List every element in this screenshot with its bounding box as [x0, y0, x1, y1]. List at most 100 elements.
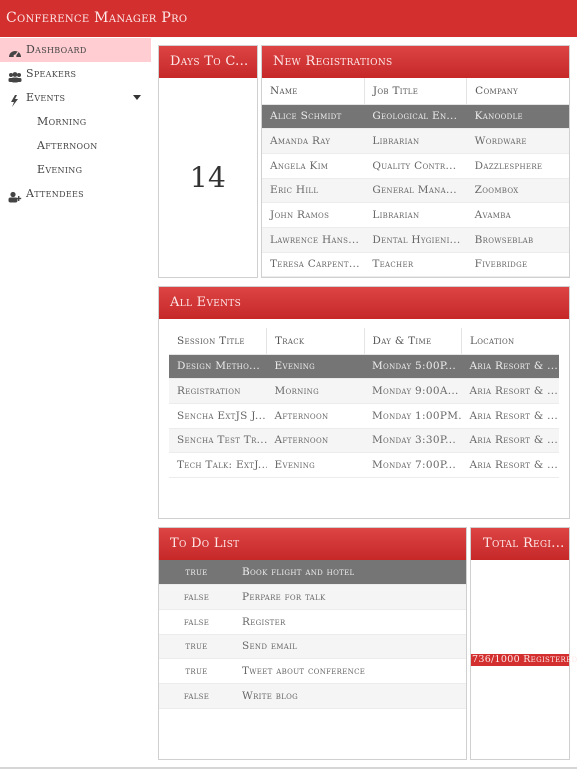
- app-title: Conference Manager Pro: [6, 10, 188, 26]
- sidebar-item-label: Evening: [37, 163, 83, 176]
- name-cell: Teresa Carpent...: [262, 252, 365, 278]
- sidebar-item-morning[interactable]: Morning: [0, 110, 151, 134]
- chevron-down-icon[interactable]: [133, 95, 141, 100]
- column-header-day-time[interactable]: Day & Time: [364, 328, 462, 355]
- sidebar-item-dashboard[interactable]: Dashboard: [0, 38, 151, 62]
- company-cell: Kanoodle: [466, 104, 569, 130]
- job-title-cell: Librarian: [364, 128, 467, 154]
- registration-row[interactable]: Alice Schmidt Geological En... Kanoodle: [262, 104, 569, 130]
- company-cell: Wordware: [466, 128, 569, 154]
- days-to-conference-panel: Days To C... 14: [158, 45, 258, 278]
- panel-header: Total Regi...: [471, 528, 569, 560]
- session-title-cell: Design Metho...: [169, 354, 267, 380]
- panel-header: Days To C...: [159, 46, 257, 78]
- location-cell: Aria Resort & ...: [461, 403, 559, 429]
- bolt-icon: [8, 92, 22, 107]
- name-cell: Lawrence Hans...: [262, 227, 365, 253]
- session-title-cell: Sencha Test Tr...: [169, 428, 267, 454]
- todo-row[interactable]: false Perpare for talk: [159, 584, 466, 610]
- sidebar-item-attendees[interactable]: Attendees: [0, 182, 151, 206]
- day-time-cell: Monday 1:00PM...: [364, 403, 462, 429]
- column-header-company[interactable]: Company: [466, 78, 569, 105]
- task-cell: Book flight and hotel: [234, 560, 466, 586]
- track-cell: Morning: [266, 378, 364, 404]
- registration-row[interactable]: Teresa Carpent... Teacher Fivebridge: [262, 252, 569, 278]
- name-cell: Amanda Ray: [262, 128, 365, 154]
- todo-row[interactable]: false Register: [159, 609, 466, 635]
- sidebar-item-label: Morning: [37, 115, 87, 128]
- registration-row[interactable]: Lawrence Hans... Dental Hygieni... Browseb…: [262, 227, 569, 253]
- all-events-panel: All Events Session Title Track Day & Tim…: [158, 286, 570, 519]
- name-cell: John Ramos: [262, 202, 365, 228]
- column-header-track[interactable]: Track: [266, 328, 365, 355]
- location-cell: Aria Resort & ...: [461, 452, 559, 478]
- day-time-cell: Monday 5:00P...: [364, 354, 462, 380]
- day-time-cell: Monday 7:00P...: [364, 452, 462, 478]
- todo-list-panel: To Do List true Book flight and hotel fals…: [158, 527, 467, 760]
- done-cell: true: [159, 634, 234, 660]
- sidebar-item-evening[interactable]: Evening: [0, 158, 151, 182]
- registrations-grid: Name Job Title Company Alice Schmidt Geol…: [262, 78, 569, 278]
- registration-row[interactable]: John Ramos Librarian Avamba: [262, 202, 569, 228]
- progress-label: 736/1000 Registered: [472, 654, 577, 665]
- task-cell: Tweet about conference: [234, 658, 466, 684]
- company-cell: Dazzlesphere: [466, 153, 569, 179]
- panel-title: Days To C...: [170, 54, 249, 69]
- day-time-cell: Monday 3:30P...: [364, 428, 462, 454]
- company-cell: Zoombox: [466, 178, 569, 204]
- panel-header: To Do List: [159, 528, 466, 560]
- sidebar-item-events[interactable]: Events: [0, 86, 151, 110]
- event-row[interactable]: Sencha Test Tr... Afternoon Monday 3:30P..…: [169, 428, 559, 454]
- user-plus-icon: [8, 188, 22, 203]
- total-registrations-panel: Total Regi... 736/1000 Registered: [470, 527, 577, 760]
- panel-header: New Registrations: [262, 46, 569, 78]
- column-header-session-title[interactable]: Session Title: [169, 328, 267, 355]
- todo-row[interactable]: false Write blog: [159, 683, 466, 709]
- column-header-job-title[interactable]: Job Title: [364, 78, 468, 105]
- name-cell: Eric Hill: [262, 178, 365, 204]
- panel-title: Total Regi...: [483, 536, 565, 551]
- todo-row[interactable]: true Tweet about conference: [159, 658, 466, 684]
- sidebar-item-label: Attendees: [26, 187, 84, 200]
- done-cell: true: [159, 560, 234, 586]
- todo-grid: true Book flight and hotel false Perpare fo…: [159, 560, 466, 759]
- track-cell: Afternoon: [266, 428, 364, 454]
- sidebar-nav: Dashboard Speakers Events Morning Aftern…: [0, 37, 151, 769]
- location-cell: Aria Resort & ...: [461, 378, 559, 404]
- day-time-cell: Monday 9:00A...: [364, 378, 462, 404]
- column-header-location[interactable]: Location: [461, 328, 559, 355]
- event-row[interactable]: Design Metho... Evening Monday 5:00P... Ari…: [169, 354, 559, 380]
- column-header-name[interactable]: Name: [262, 78, 365, 105]
- panel-header: All Events: [159, 287, 569, 319]
- users-icon: [8, 68, 22, 83]
- task-cell: Write blog: [234, 683, 466, 709]
- app-title-bar: Conference Manager Pro: [0, 0, 577, 37]
- registration-row[interactable]: Eric Hill General Mana... Zoombox: [262, 178, 569, 204]
- panel-title: All Events: [170, 295, 242, 310]
- event-row[interactable]: Tech Talk: ExtJ... Evening Monday 7:00P...…: [169, 452, 559, 478]
- done-cell: false: [159, 584, 234, 610]
- task-cell: Perpare for talk: [234, 584, 466, 610]
- company-cell: Fivebridge: [466, 252, 569, 278]
- sidebar-item-speakers[interactable]: Speakers: [0, 62, 151, 86]
- task-cell: Send email: [234, 634, 466, 660]
- new-registrations-panel: New Registrations Name Job Title Company…: [261, 45, 570, 278]
- todo-row[interactable]: true Send email: [159, 634, 466, 660]
- job-title-cell: General Mana...: [364, 178, 467, 204]
- registration-row[interactable]: Angela Kim Quality Contr... Dazzlesphere: [262, 153, 569, 179]
- track-cell: Afternoon: [266, 403, 364, 429]
- sidebar-item-afternoon[interactable]: Afternoon: [0, 134, 151, 158]
- registration-row[interactable]: Amanda Ray Librarian Wordware: [262, 128, 569, 154]
- dashboard-icon: [8, 44, 22, 58]
- location-cell: Aria Resort & ...: [461, 354, 559, 380]
- done-cell: false: [159, 683, 234, 709]
- sidebar-item-label: Speakers: [26, 67, 77, 80]
- location-cell: Aria Resort & ...: [461, 428, 559, 454]
- event-row[interactable]: Registration Morning Monday 9:00A... Aria R…: [169, 378, 559, 404]
- done-cell: true: [159, 658, 234, 684]
- registrations-progress-area: 736/1000 Registered: [471, 560, 577, 759]
- track-cell: Evening: [266, 452, 364, 478]
- todo-row[interactable]: true Book flight and hotel: [159, 560, 466, 586]
- event-row[interactable]: Sencha ExtJS J... Afternoon Monday 1:00PM.…: [169, 403, 559, 429]
- sidebar-item-label: Afternoon: [37, 139, 98, 152]
